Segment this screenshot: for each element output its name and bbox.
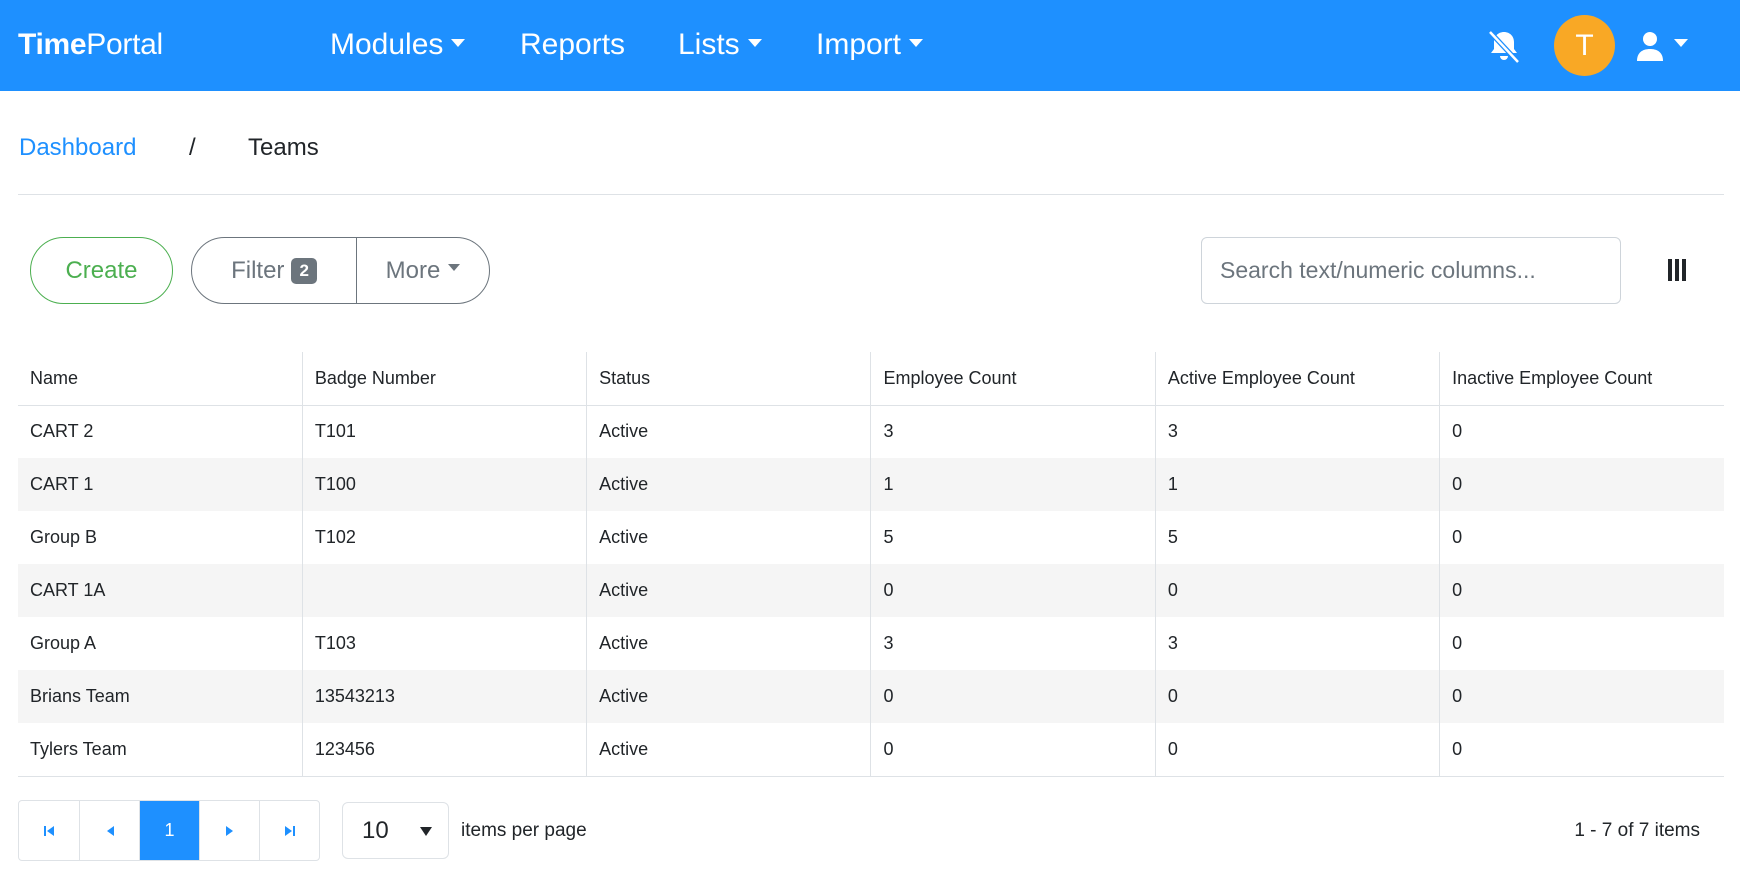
bell-slash-icon[interactable] xyxy=(1484,26,1524,66)
table-cell: Active xyxy=(586,511,871,564)
breadcrumb-dashboard-link[interactable]: Dashboard xyxy=(19,134,136,162)
table-cell: 0 xyxy=(870,670,1156,723)
user-icon xyxy=(1637,32,1663,61)
table-cell: 1 xyxy=(1154,458,1440,511)
table-row[interactable]: CART 2 T101 Active 3 3 0 xyxy=(18,405,1724,458)
column-header-inactive-employee-count[interactable]: Inactive Employee Count xyxy=(1439,352,1724,406)
first-page-button[interactable] xyxy=(19,801,79,860)
table-cell: 0 xyxy=(1154,564,1440,617)
table-cell: 0 xyxy=(1439,670,1724,723)
table-cell: 0 xyxy=(1439,405,1724,458)
column-header-status[interactable]: Status xyxy=(586,352,871,406)
chevron-left-icon xyxy=(106,825,114,836)
search-input[interactable] xyxy=(1201,237,1621,304)
table-cell: Active xyxy=(586,617,871,670)
create-button[interactable]: Create xyxy=(30,237,173,304)
table-cell: Group A xyxy=(30,633,97,653)
filter-more-button-group: Filter 2 More xyxy=(191,237,490,304)
last-page-button[interactable] xyxy=(259,801,319,860)
items-per-page-label: items per page xyxy=(461,820,587,841)
table-cell: 0 xyxy=(1154,723,1440,777)
table-cell: 1 xyxy=(870,458,1156,511)
page-title: Teams xyxy=(248,134,319,161)
chevron-down-icon xyxy=(448,264,461,271)
table-cell: Active xyxy=(586,723,871,777)
columns-icon[interactable] xyxy=(1668,259,1688,281)
column-header-name[interactable]: Name xyxy=(18,352,303,406)
previous-page-button[interactable] xyxy=(79,801,139,860)
divider xyxy=(18,194,1724,195)
table-cell: 5 xyxy=(870,511,1156,564)
table-cell: 0 xyxy=(1439,723,1724,777)
table-cell: 0 xyxy=(1439,617,1724,670)
table-cell: 0 xyxy=(1439,458,1724,511)
table-cell: CART 1A xyxy=(30,580,106,600)
chevron-down-icon xyxy=(451,39,466,48)
page-size-select[interactable]: 10 xyxy=(342,802,449,859)
last-page-icon xyxy=(284,825,295,836)
table-cell: Tylers Team xyxy=(18,723,303,777)
filter-count-badge: 2 xyxy=(291,257,317,284)
table-cell: 3 xyxy=(870,617,1156,670)
pagination: 1 xyxy=(18,800,320,861)
next-page-button[interactable] xyxy=(199,801,259,860)
table-cell: CART 1 xyxy=(30,474,94,494)
brand-logo[interactable]: TimePortal xyxy=(18,28,163,62)
table-row[interactable]: Group B T102 Active 5 5 0 xyxy=(18,511,1724,564)
nav-lists[interactable]: Lists xyxy=(678,28,762,62)
breadcrumb-separator: / xyxy=(189,134,196,161)
nav-import[interactable]: Import xyxy=(816,28,924,62)
table-row[interactable]: CART 1 T100 Active 1 1 0 xyxy=(18,458,1724,511)
table-cell: 0 xyxy=(1439,511,1724,564)
chevron-down-icon xyxy=(1674,39,1688,47)
table-cell: 3 xyxy=(1154,617,1440,670)
table-cell: 123456 xyxy=(301,723,587,777)
table-cell: 0 xyxy=(870,564,1156,617)
chevron-right-icon xyxy=(225,825,233,836)
table-cell xyxy=(301,564,587,617)
table-cell: Brians Team xyxy=(30,686,130,706)
more-button[interactable]: More xyxy=(357,238,489,303)
table-cell: 0 xyxy=(870,723,1156,777)
first-page-icon xyxy=(44,825,54,836)
table-cell: T102 xyxy=(301,511,587,564)
table-cell: Active xyxy=(586,564,871,617)
table-row[interactable]: Tylers Team 123456 Active 0 0 0 xyxy=(18,723,1724,777)
table-row[interactable]: Group A T103 Active 3 3 0 xyxy=(18,617,1724,670)
table-cell: T103 xyxy=(301,617,587,670)
table-cell: T101 xyxy=(301,405,587,458)
table-cell: 3 xyxy=(1154,405,1440,458)
column-header-active-employee-count[interactable]: Active Employee Count xyxy=(1154,352,1440,406)
table-cell: Active xyxy=(586,458,871,511)
chevron-down-icon xyxy=(909,39,924,48)
chevron-down-icon xyxy=(420,827,432,836)
chevron-down-icon xyxy=(747,39,762,48)
table-cell: 0 xyxy=(1439,564,1724,617)
table-cell: Active xyxy=(586,405,871,458)
avatar[interactable]: T xyxy=(1554,15,1615,76)
table-cell: 13543213 xyxy=(301,670,587,723)
table-cell: T100 xyxy=(301,458,587,511)
table-cell: Active xyxy=(586,670,871,723)
table-row[interactable]: Brians Team 13543213 Active 0 0 0 xyxy=(18,670,1724,723)
nav-reports[interactable]: Reports xyxy=(520,28,625,62)
table-cell: Group B xyxy=(30,527,98,547)
teams-table: Name Badge Number Status Employee Count … xyxy=(18,352,1724,777)
page-button-current[interactable]: 1 xyxy=(139,801,199,860)
table-header-row: Name Badge Number Status Employee Count … xyxy=(18,352,1724,406)
table-row[interactable]: CART 1A Active 0 0 0 xyxy=(18,564,1724,617)
table-cell: 0 xyxy=(1154,670,1440,723)
table-cell: CART 2 xyxy=(30,421,94,442)
column-header-employee-count[interactable]: Employee Count xyxy=(870,352,1156,406)
pagination-info: 1 - 7 of 7 items xyxy=(1574,820,1700,841)
column-header-badge-number[interactable]: Badge Number xyxy=(301,352,587,406)
user-menu[interactable] xyxy=(1636,26,1706,66)
table-cell: 5 xyxy=(1154,511,1440,564)
table-cell: 3 xyxy=(870,405,1156,458)
filter-button[interactable]: Filter 2 xyxy=(192,238,357,303)
nav-modules[interactable]: Modules xyxy=(330,28,466,62)
top-navbar: TimePortal Modules Reports Lists Import … xyxy=(0,0,1740,91)
